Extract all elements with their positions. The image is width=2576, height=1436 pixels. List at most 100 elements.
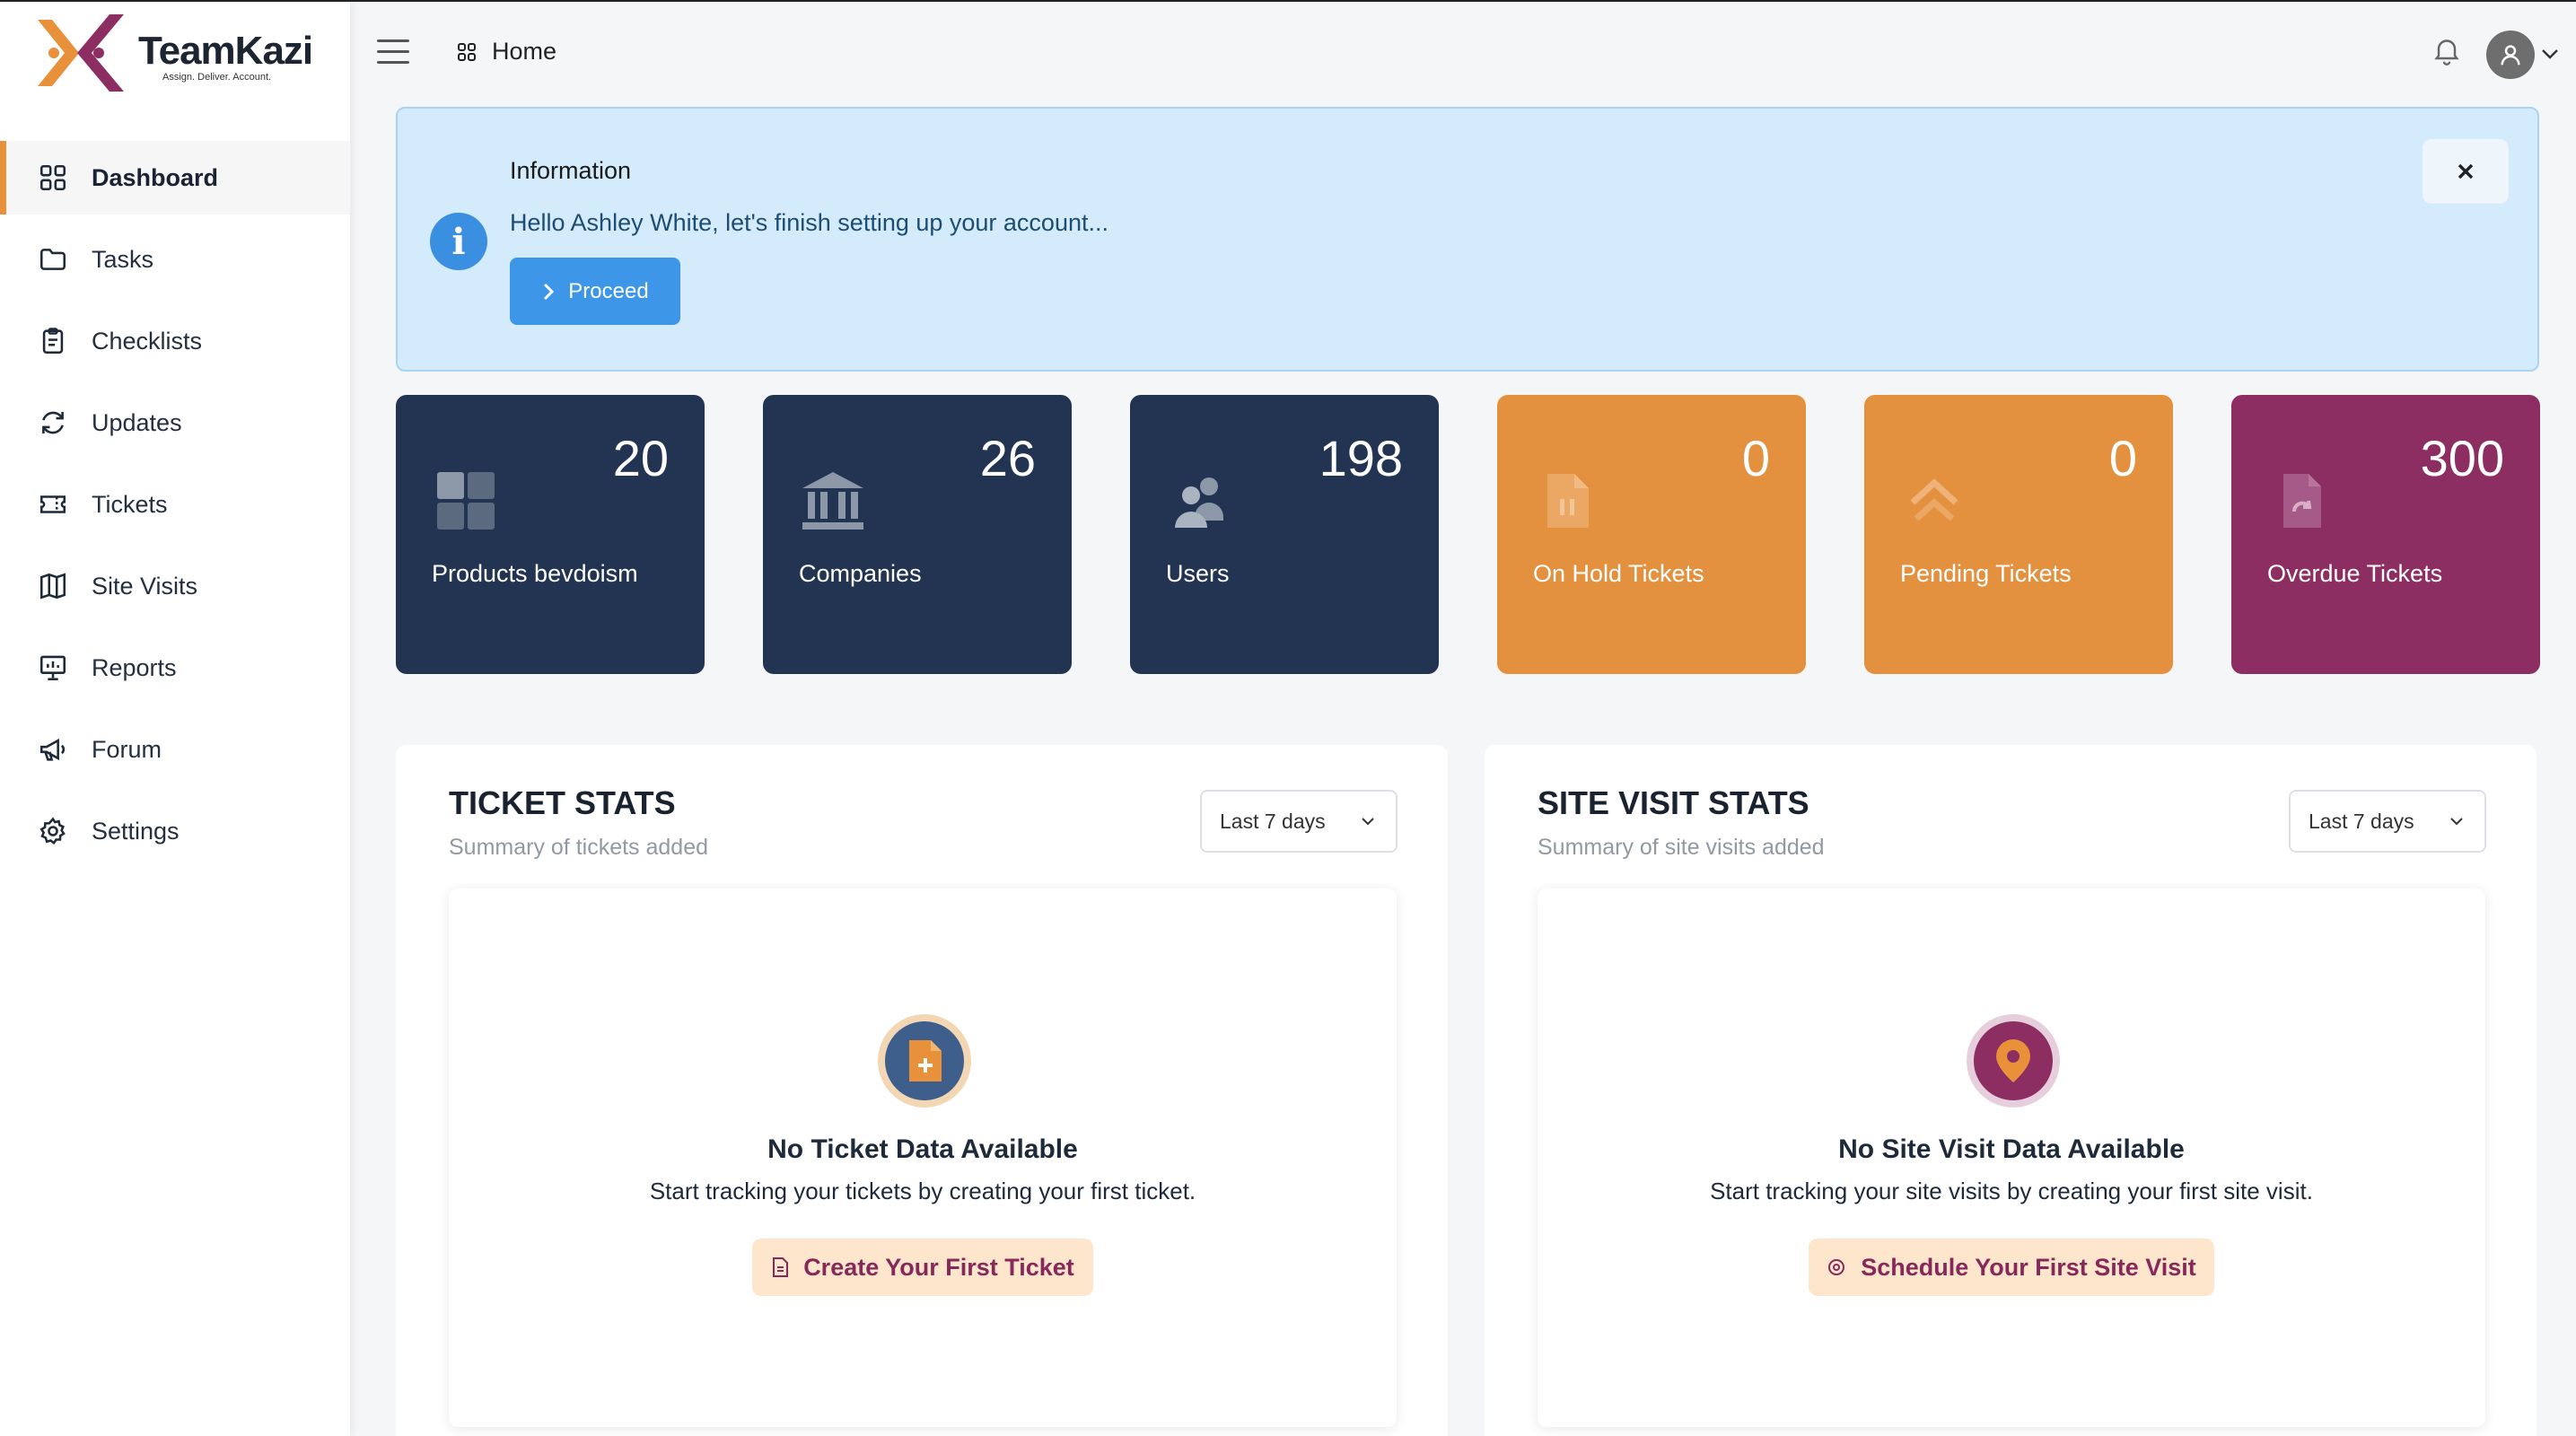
users-icon — [1175, 477, 1223, 528]
select-value: Last 7 days — [1220, 809, 1326, 833]
close-icon — [2458, 163, 2474, 180]
clipboard-icon — [42, 328, 64, 355]
site-visit-empty-state: No Site Visit Data Available Start track… — [1538, 889, 2485, 1427]
stat-value: 300 — [2420, 430, 2504, 486]
site-visit-stats-panel: SITE VISIT STATS Summary of site visits … — [1485, 745, 2537, 1436]
document-pause-icon — [1547, 474, 1589, 528]
panel-title: TICKET STATS — [449, 784, 676, 821]
stat-label: Overdue Tickets — [2267, 560, 2443, 587]
sidebar-nav: Dashboard Tasks Checklists Updates Ticke… — [0, 141, 350, 876]
chevron-down-icon[interactable] — [2540, 47, 2560, 61]
sidebar-item-dashboard[interactable]: Dashboard — [0, 141, 350, 215]
select-value: Last 7 days — [2309, 809, 2414, 833]
sidebar-item-label: Tasks — [92, 245, 154, 273]
megaphone-icon — [39, 738, 66, 761]
window-top-border — [0, 0, 2576, 2]
sidebar-item-tasks[interactable]: Tasks — [0, 223, 350, 296]
folder-icon — [39, 249, 66, 270]
stat-label: On Hold Tickets — [1533, 560, 1704, 587]
refresh-icon — [42, 411, 64, 434]
stat-card-pending-tickets[interactable]: 0 Pending Tickets — [1864, 395, 2173, 674]
stat-value: 26 — [979, 430, 1036, 486]
stat-card-overdue-tickets[interactable]: 300 Overdue Tickets — [2231, 395, 2540, 674]
stat-value: 198 — [1319, 430, 1403, 486]
info-icon: i — [430, 213, 487, 270]
proceed-label: Proceed — [568, 278, 649, 303]
sidebar-item-label: Site Visits — [92, 572, 198, 600]
stat-card-products[interactable]: 20 Products bevdoism — [396, 395, 705, 674]
sidebar-item-label: Checklists — [92, 327, 203, 355]
stat-value: 0 — [1741, 430, 1770, 486]
stat-card-users[interactable]: 198 Users — [1130, 395, 1439, 674]
top-bar: Home — [350, 2, 2576, 105]
breadcrumb[interactable]: Home — [456, 38, 556, 66]
ticket-range-select[interactable]: Last 7 days — [1200, 790, 1398, 853]
panel-subtitle: Summary of site visits added — [1538, 835, 1825, 860]
ticket-empty-badge — [878, 1014, 971, 1108]
ticket-icon — [39, 495, 66, 513]
sidebar: TeamKazi Assign. Deliver. Account. Dashb… — [0, 2, 350, 1436]
proceed-button[interactable]: Proceed — [510, 258, 680, 325]
empty-title: No Site Visit Data Available — [1838, 1134, 2185, 1164]
document-add-icon — [909, 1040, 942, 1081]
panel-title: SITE VISIT STATS — [1538, 784, 1809, 821]
location-pin-icon — [1996, 1039, 2030, 1082]
sidebar-item-tickets[interactable]: Tickets — [0, 468, 350, 541]
sidebar-item-forum[interactable]: Forum — [0, 713, 350, 786]
stat-value: 0 — [2108, 430, 2137, 486]
logo-mark-icon — [38, 14, 124, 92]
sidebar-item-reports[interactable]: Reports — [0, 631, 350, 705]
info-title: Information — [510, 157, 632, 184]
cta-label: Create Your First Ticket — [803, 1253, 1074, 1281]
ticket-stats-panel: TICKET STATS Summary of tickets added La… — [396, 745, 1448, 1436]
location-icon — [1828, 1259, 1845, 1275]
panel-subtitle: Summary of tickets added — [449, 835, 709, 860]
double-chevron-up-icon — [1910, 478, 1958, 521]
grid-icon — [437, 472, 495, 530]
menu-toggle-icon[interactable] — [377, 39, 409, 66]
stat-label: Companies — [799, 560, 922, 587]
gear-icon — [39, 817, 66, 845]
site-visit-empty-badge — [1967, 1014, 2060, 1108]
chevron-down-icon — [2450, 818, 2463, 826]
sidebar-item-label: Reports — [92, 653, 177, 681]
home-grid-icon — [458, 42, 476, 61]
bank-icon — [802, 472, 863, 530]
stat-value: 20 — [612, 430, 669, 486]
close-banner-button[interactable] — [2423, 139, 2509, 204]
ticket-empty-state: No Ticket Data Available Start tracking … — [449, 889, 1397, 1427]
presentation-chart-icon — [39, 655, 66, 681]
empty-title: No Ticket Data Available — [767, 1134, 1078, 1164]
cta-label: Schedule Your First Site Visit — [1861, 1253, 2196, 1281]
chevron-right-icon — [544, 283, 555, 300]
schedule-first-site-visit-button[interactable]: Schedule Your First Site Visit — [1809, 1239, 2214, 1296]
sidebar-item-label: Dashboard — [92, 163, 219, 191]
breadcrumb-home: Home — [492, 38, 557, 65]
logo-text: TeamKazi — [138, 29, 313, 73]
stat-label: Users — [1166, 560, 1230, 587]
sidebar-item-label: Forum — [92, 735, 162, 763]
sidebar-item-settings[interactable]: Settings — [0, 794, 350, 868]
document-icon — [773, 1257, 789, 1277]
sidebar-item-site-visits[interactable]: Site Visits — [0, 549, 350, 623]
avatar[interactable] — [2486, 31, 2535, 79]
stat-card-companies[interactable]: 26 Companies — [763, 395, 1072, 674]
site-visit-range-select[interactable]: Last 7 days — [2289, 790, 2486, 853]
dashboard-grid-icon — [39, 164, 66, 191]
stat-label: Pending Tickets — [1900, 560, 2072, 587]
sidebar-item-label: Tickets — [92, 490, 168, 518]
stat-label: Products bevdoism — [432, 560, 638, 587]
app-logo[interactable]: TeamKazi Assign. Deliver. Account. — [34, 13, 321, 93]
user-icon — [2501, 45, 2520, 66]
info-banner: i Information Hello Ashley White, let's … — [396, 107, 2539, 372]
chevron-down-icon — [1362, 818, 1374, 826]
document-refresh-icon — [2283, 474, 2321, 528]
map-icon — [39, 573, 66, 600]
create-first-ticket-button[interactable]: Create Your First Ticket — [752, 1239, 1093, 1296]
sidebar-item-updates[interactable]: Updates — [0, 386, 350, 460]
sidebar-item-checklists[interactable]: Checklists — [0, 304, 350, 378]
empty-description: Start tracking your tickets by creating … — [649, 1178, 1196, 1204]
bell-icon[interactable] — [2431, 32, 2463, 68]
stat-card-on-hold-tickets[interactable]: 0 On Hold Tickets — [1497, 395, 1806, 674]
info-message: Hello Ashley White, let's finish setting… — [510, 209, 1108, 236]
